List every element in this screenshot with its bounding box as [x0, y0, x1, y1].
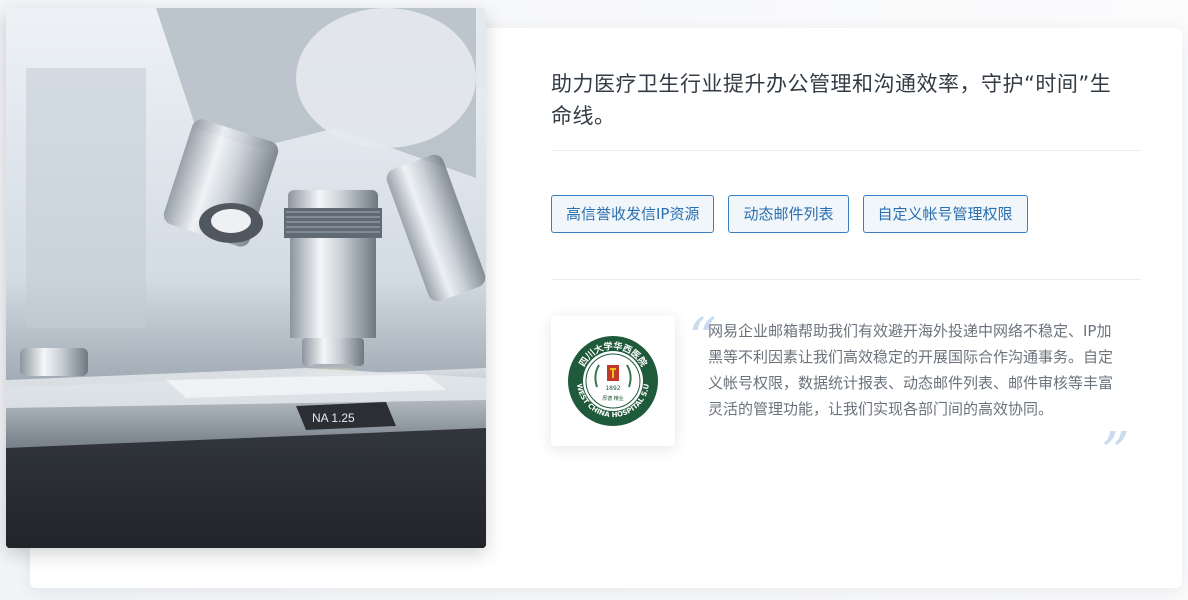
tag-ip-resources[interactable]: 高信誉收发信IP资源 — [551, 195, 715, 233]
divider — [551, 150, 1141, 151]
hospital-logo: 四川大学华西医院 WEST CHINA HOSPITAL S.U 1892 厚德… — [551, 316, 675, 446]
tag-account-permissions[interactable]: 自定义帐号管理权限 — [862, 195, 1028, 233]
lens-label: NA 1.25 — [312, 411, 355, 425]
tag-dynamic-mail-list[interactable]: 动态邮件列表 — [728, 195, 849, 233]
hospital-seal-logo: 四川大学华西医院 WEST CHINA HOSPITAL S.U 1892 厚德… — [568, 336, 658, 426]
feature-tags: 高信誉收发信IP资源 动态邮件列表 自定义帐号管理权限 — [551, 195, 1028, 233]
headline: 助力医疗卫生行业提升办公管理和沟通效率，守护“时间”生命线。 — [551, 72, 1112, 128]
showcase-section: NA 1.25 助力医疗卫生行业提升办公管理和沟通效率，守护“时间”生命线。 高… — [0, 0, 1188, 600]
divider — [551, 279, 1141, 280]
microscope-photo: NA 1.25 — [6, 8, 486, 548]
testimonial: 四川大学华西医院 WEST CHINA HOSPITAL S.U 1892 厚德… — [551, 312, 1141, 482]
svg-text:厚德 精业: 厚德 精业 — [602, 395, 624, 402]
microscope-illustration: NA 1.25 — [6, 8, 486, 548]
close-quote-icon: ” — [1101, 421, 1130, 486]
svg-text:1892: 1892 — [605, 385, 620, 392]
content-panel: 助力医疗卫生行业提升办公管理和沟通效率，守护“时间”生命线。 高信誉收发信IP资… — [551, 0, 1143, 600]
testimonial-quote: 网易企业邮箱帮助我们有效避开海外投递中网络不稳定、IP加黑等不利因素让我们高效稳… — [708, 322, 1114, 418]
